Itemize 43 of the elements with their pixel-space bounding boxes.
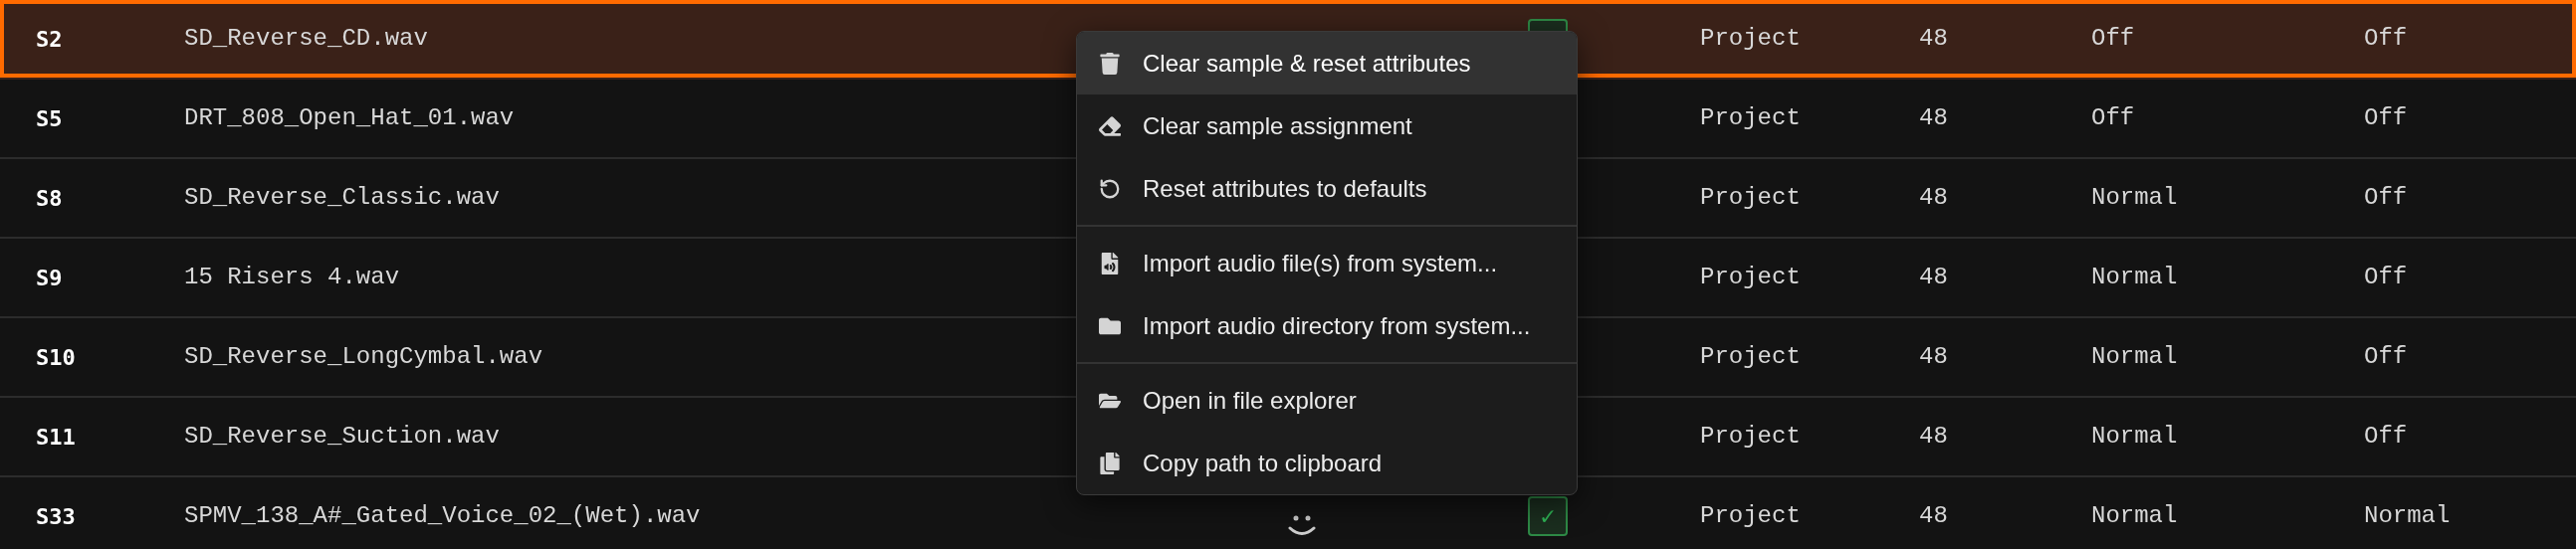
number-cell-text: 48 [1919, 183, 1948, 213]
source-cell-text: Project [1700, 263, 1801, 292]
source-cell-text: Project [1700, 183, 1801, 213]
table-cell-text: Off [2364, 263, 2408, 292]
number-cell-text: 48 [1919, 501, 1948, 531]
source-cell-text: Project [1700, 422, 1801, 452]
file-name: SD_Reverse_Classic.wav [184, 183, 500, 213]
mode-cell-text: Normal [2091, 422, 2178, 452]
file-name: SD_Reverse_LongCymbal.wav [184, 342, 543, 372]
source-cell-text: Project [1700, 103, 1801, 133]
table-cell-text: Normal [2364, 501, 2451, 531]
source-cell-text: Project [1700, 501, 1801, 531]
number-cell-text: 48 [1919, 263, 1948, 292]
sample-id: S5 [36, 104, 63, 133]
sample-id: S8 [36, 184, 63, 213]
mode-cell-text: Normal [2091, 183, 2178, 213]
table-cell-text: Off [2364, 103, 2408, 133]
file-name: SPMV_138_A#_Gated_Voice_02_(Wet).wav [184, 501, 701, 531]
sample-id: S33 [36, 502, 76, 531]
number-cell-text: 48 [1919, 342, 1948, 372]
mode-cell-text: Normal [2091, 263, 2178, 292]
file-name: DRT_808_Open_Hat_01.wav [184, 103, 515, 133]
table-cell-text: Off [2364, 24, 2408, 54]
mode-cell-text: Normal [2091, 342, 2178, 372]
mode-cell-text: Off [2091, 24, 2135, 54]
table-cell-text: Off [2364, 422, 2408, 452]
table-cell-text: Off [2364, 342, 2408, 372]
file-name: SD_Reverse_Suction.wav [184, 422, 500, 452]
sample-id: S9 [36, 264, 63, 292]
file-name: 15 Risers 4.wav [184, 263, 400, 292]
number-cell-text: 48 [1919, 103, 1948, 133]
sample-id: S11 [36, 423, 76, 452]
source-cell-text: Project [1700, 24, 1801, 54]
sample-id: S10 [36, 343, 76, 372]
number-cell-text: 48 [1919, 422, 1948, 452]
file-name: SD_Reverse_CD.wav [184, 24, 428, 54]
source-cell-text: Project [1700, 342, 1801, 372]
table-cell-text: Off [2364, 183, 2408, 213]
sample-id: S2 [36, 25, 63, 54]
number-cell-text: 48 [1919, 24, 1948, 54]
mode-cell-text: Normal [2091, 501, 2178, 531]
check-icon: ✓ [1539, 499, 1557, 533]
mode-cell-text: Off [2091, 103, 2135, 133]
